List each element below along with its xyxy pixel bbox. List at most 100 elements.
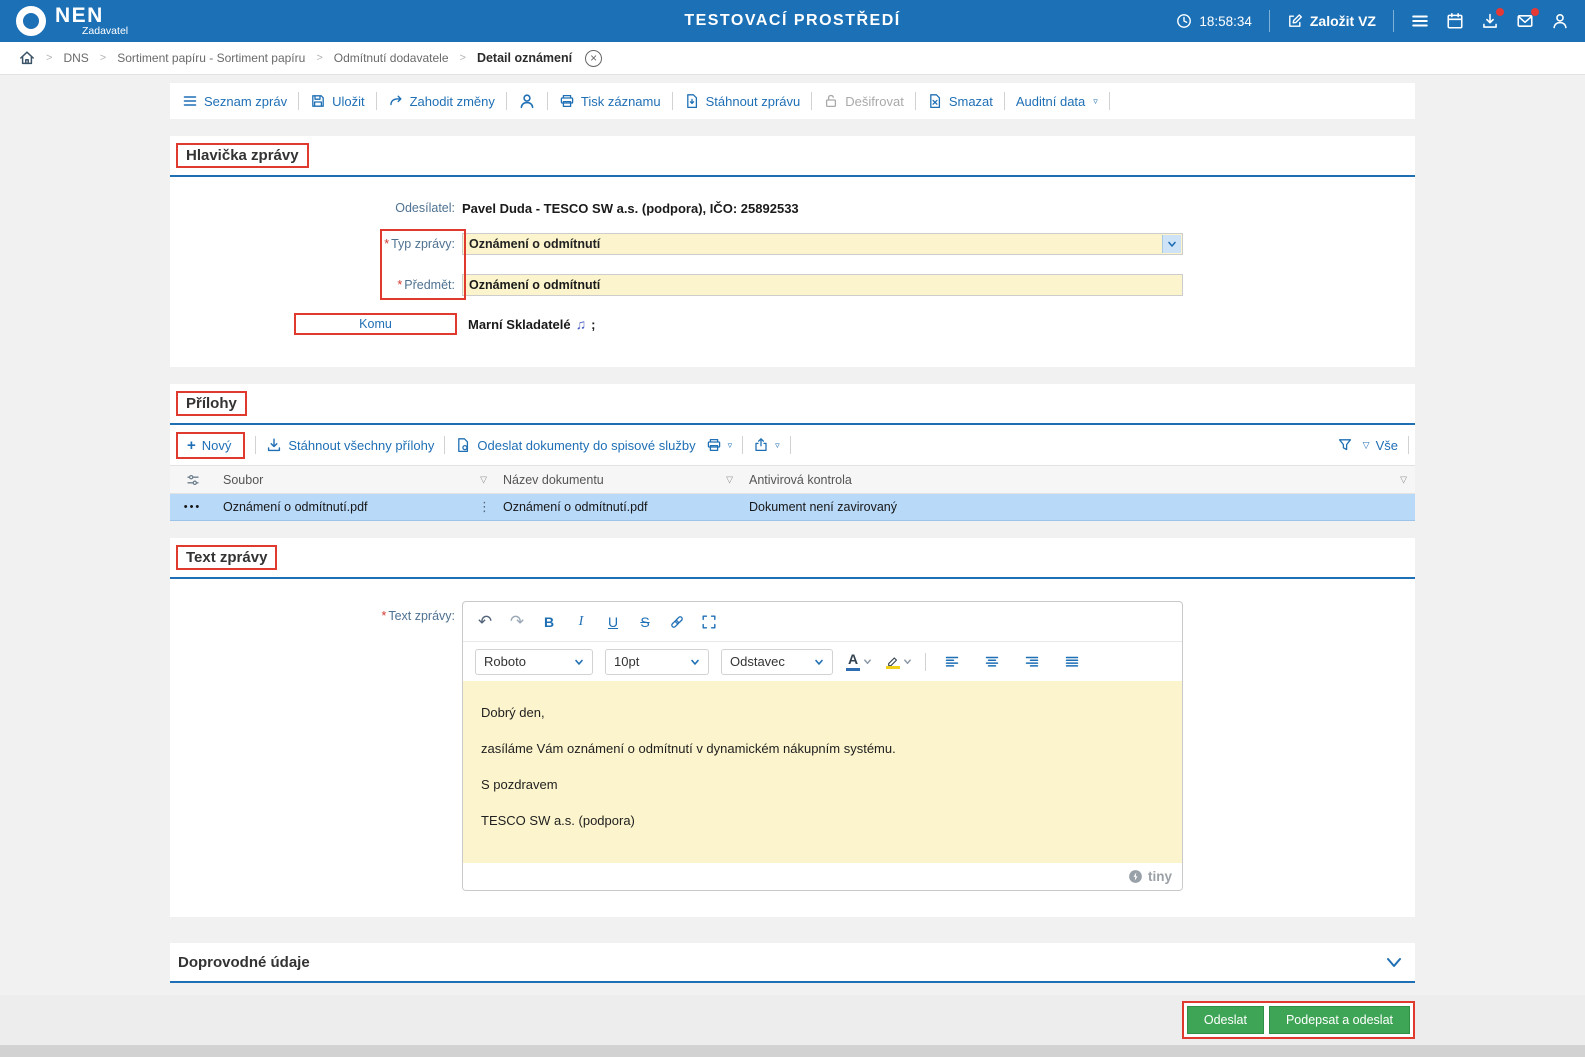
column-filter-icon[interactable]: ▽ — [726, 474, 733, 485]
send-to-filing-label: Odeslat dokumenty do spisové služby — [477, 437, 696, 453]
subject-input[interactable] — [462, 274, 1183, 296]
profile-button[interactable] — [1551, 12, 1569, 30]
breadcrumb-item-sortiment[interactable]: Sortiment papíru - Sortiment papíru — [117, 51, 305, 65]
discard-changes-button[interactable]: Zahodit změny — [388, 93, 495, 109]
align-left-button[interactable] — [938, 649, 966, 675]
column-filter-icon[interactable]: ▽ — [480, 474, 487, 485]
strikethrough-button[interactable]: S — [631, 609, 659, 635]
recipients-label[interactable]: Komu — [294, 313, 457, 335]
messages-button[interactable] — [1516, 8, 1539, 30]
section-header[interactable]: Doprovodné údaje — [170, 943, 1415, 983]
section-attachments: Přílohy + Nový Stáhnout všechny přílohy … — [170, 384, 1415, 521]
sign-and-send-button[interactable]: Podepsat a odeslat — [1268, 1006, 1410, 1034]
clock-icon — [1177, 14, 1192, 28]
divider — [1003, 92, 1005, 110]
cell-soubor[interactable]: Oznámení o odmítnutí.pdf ⋮ — [215, 493, 495, 521]
editor-content-area[interactable]: Dobrý den, zasíláme Vám oznámení o odmít… — [463, 681, 1182, 863]
section-header: Přílohy — [170, 384, 1415, 425]
underline-button[interactable]: U — [599, 609, 627, 635]
message-list-button[interactable]: Seznam zpráv — [182, 93, 287, 109]
section-additional-data: Doprovodné údaje — [170, 943, 1415, 983]
print-attachments-button[interactable]: ▿ — [706, 437, 732, 453]
message-list-label: Seznam zpráv — [204, 93, 288, 109]
breadcrumb-item-dns[interactable]: DNS — [63, 51, 88, 65]
message-body-label-text: Text zprávy: — [388, 609, 455, 623]
home-button[interactable] — [19, 50, 35, 66]
contacts-button[interactable] — [518, 92, 536, 110]
print-record-button[interactable]: Tisk záznamu — [559, 93, 661, 109]
create-vz-button[interactable]: Založit VZ — [1287, 13, 1376, 29]
message-type-select[interactable]: Oznámení o odmítnutí — [462, 233, 1183, 255]
export-attachments-button[interactable]: ▿ — [753, 437, 780, 453]
table-options-header[interactable] — [170, 465, 215, 494]
view-all-filter-button[interactable]: ▽ Vše — [1363, 438, 1398, 453]
font-family-select[interactable]: Roboto — [475, 648, 593, 675]
block-format-select[interactable]: Odstavec — [721, 648, 833, 675]
bottom-strip — [0, 1045, 1585, 1057]
bold-button[interactable]: B — [535, 609, 563, 635]
column-header-antivir[interactable]: Antivirová kontrola ▽ — [741, 465, 1415, 494]
print-record-label: Tisk záznamu — [580, 93, 661, 109]
menu-button[interactable] — [1411, 12, 1429, 30]
redo-button[interactable]: ↷ — [503, 609, 531, 635]
chevron-down-icon: ▿ — [775, 439, 780, 450]
grid-options-icon — [186, 474, 199, 485]
cell-nazev[interactable]: Oznámení o odmítnutí.pdf — [495, 493, 741, 521]
brand-block[interactable]: NEN Zadavatel — [16, 5, 128, 37]
column-filter-icon[interactable]: ▽ — [1400, 474, 1407, 485]
row-menu-icon[interactable]: ••• — [170, 493, 215, 521]
undo-button[interactable]: ↶ — [471, 609, 499, 635]
download-all-label: Stáhnout všechny přílohy — [288, 437, 435, 453]
table-row[interactable]: ••• Oznámení o odmítnutí.pdf ⋮ Oznámení … — [170, 493, 1415, 521]
send-button[interactable]: Odeslat — [1186, 1006, 1264, 1034]
chevron-separator: > — [316, 52, 323, 64]
plus-icon: + — [187, 436, 196, 454]
breadcrumb-item-odmitnuti[interactable]: Odmítnutí dodavatele — [334, 51, 449, 65]
link-icon — [671, 615, 683, 628]
row-actions-icon[interactable]: ⋮ — [478, 499, 491, 515]
calendar-button[interactable] — [1446, 12, 1464, 30]
new-attachment-button[interactable]: + Nový — [176, 431, 246, 459]
select-dropdown-button[interactable] — [1162, 235, 1181, 253]
chevron-separator: > — [46, 52, 53, 64]
tiny-brand-label[interactable]: tiny — [1148, 869, 1172, 884]
chevron-down-icon — [904, 659, 911, 665]
unlock-icon — [826, 94, 837, 108]
notification-badge — [1531, 8, 1539, 16]
cell-antivir[interactable]: Dokument není zavirovaný — [741, 493, 1415, 521]
sender-value: Pavel Duda - TESCO SW a.s. (podpora), IČ… — [462, 200, 799, 216]
column-header-nazev[interactable]: Název dokumentu ▽ — [495, 465, 741, 494]
downloads-button[interactable] — [1481, 8, 1504, 30]
column-header-soubor[interactable]: Soubor ▽ — [215, 465, 495, 494]
audit-data-button[interactable]: Auditní data ▿ — [1016, 94, 1098, 109]
link-button[interactable] — [663, 609, 691, 635]
save-icon — [312, 95, 324, 107]
message-paragraph: Dobrý den, — [481, 705, 545, 720]
align-right-button[interactable] — [1018, 649, 1046, 675]
download-icon — [268, 438, 281, 452]
text-color-button[interactable]: A — [845, 649, 873, 675]
section-title: Hlavička zprávy — [176, 143, 309, 168]
download-message-button[interactable]: Stáhnout zprávu — [684, 93, 800, 109]
font-size-select[interactable]: 10pt — [605, 648, 709, 675]
edit-icon — [1288, 14, 1302, 27]
italic-button[interactable]: I — [567, 609, 595, 635]
annotation-box-buttons: Odeslat Podepsat a odeslat — [1181, 1001, 1415, 1039]
fullscreen-button[interactable] — [695, 609, 723, 635]
align-justify-button[interactable] — [1058, 649, 1086, 675]
section-message-body: Text zprávy * Text zprávy: ↶ ↷ B I U S R… — [170, 538, 1415, 917]
send-to-filing-service-button[interactable]: Odeslat dokumenty do spisové služby — [455, 437, 696, 453]
download-all-attachments-button[interactable]: Stáhnout všechny přílohy — [266, 437, 434, 453]
highlight-color-button[interactable] — [885, 649, 913, 675]
recipient-separator: ; — [591, 316, 596, 332]
recipient-name[interactable]: Marní Skladatelé — [468, 317, 571, 332]
filter-button[interactable] — [1337, 437, 1353, 453]
divider — [742, 436, 744, 454]
divider — [255, 436, 257, 454]
close-icon[interactable]: × — [585, 49, 603, 67]
align-center-button[interactable] — [978, 649, 1006, 675]
expand-chevron-icon[interactable] — [1385, 953, 1403, 971]
delete-button[interactable]: Smazat — [927, 93, 993, 109]
save-button[interactable]: Uložit — [310, 93, 365, 109]
divider — [914, 92, 916, 110]
